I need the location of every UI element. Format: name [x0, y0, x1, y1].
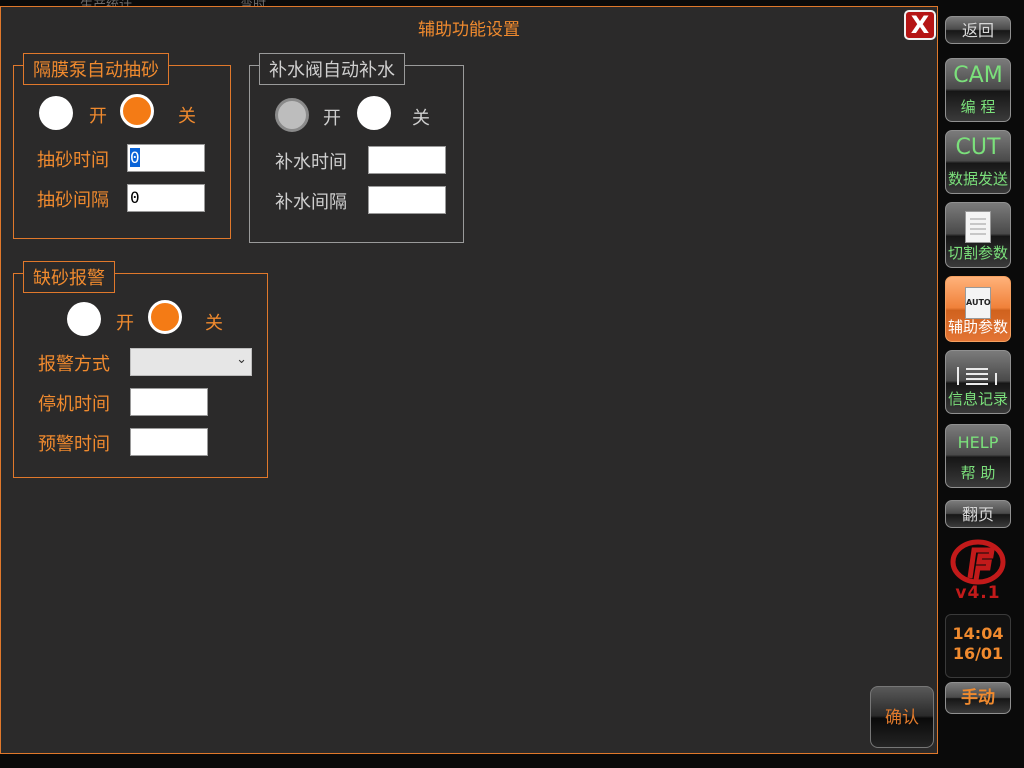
- pump-on-radio[interactable]: [39, 96, 73, 130]
- sand-alarm-group: 缺砂报警 开 关 报警方式 ⌄ 停机时间 预警时间: [13, 261, 268, 478]
- alarm-off-radio[interactable]: [148, 300, 182, 334]
- cut-sublabel: 数据发送: [947, 170, 1008, 188]
- pump-off-radio[interactable]: [120, 94, 154, 128]
- info-log-label: 信息记录: [947, 390, 1008, 408]
- pump-off-label: 关: [178, 106, 196, 127]
- sand-interval-input[interactable]: 0: [127, 184, 205, 212]
- warning-time-label: 预警时间: [38, 434, 110, 455]
- valve-on-radio[interactable]: [275, 98, 309, 132]
- manual-mode-button[interactable]: 手动: [945, 682, 1011, 714]
- group-legend: 隔膜泵自动抽砂: [23, 53, 169, 85]
- group-legend: 缺砂报警: [23, 261, 115, 293]
- clock-date: 16/01: [952, 644, 1004, 663]
- aux-params-button[interactable]: AUTO 辅助参数: [945, 276, 1011, 342]
- valve-on-label: 开: [323, 108, 341, 129]
- document-icon: [965, 211, 991, 243]
- auto-document-icon: AUTO: [965, 287, 991, 319]
- cam-label: CAM: [953, 63, 1003, 88]
- alarm-mode-label: 报警方式: [38, 354, 110, 375]
- water-time-label: 补水时间: [275, 152, 347, 173]
- clock-time: 14:04: [952, 624, 1004, 643]
- water-valve-group: 补水阀自动补水 开 关 补水时间 补水间隔: [249, 53, 464, 243]
- water-interval-input[interactable]: [368, 186, 446, 214]
- cam-sublabel: 编 程: [960, 98, 996, 116]
- confirm-button[interactable]: 确认: [870, 686, 934, 748]
- valve-off-label: 关: [412, 108, 430, 129]
- stop-time-input[interactable]: [130, 388, 208, 416]
- aux-settings-dialog: 辅助功能设置 X 隔膜泵自动抽砂 开 关 抽砂时间 0 抽砂间隔 0 补水阀自动…: [0, 6, 938, 754]
- alarm-mode-select[interactable]: ⌄: [130, 348, 252, 376]
- alarm-off-label: 关: [205, 313, 223, 334]
- water-interval-label: 补水间隔: [275, 192, 347, 213]
- stop-time-label: 停机时间: [38, 394, 110, 415]
- cutting-params-button[interactable]: 切割参数: [945, 202, 1011, 268]
- dialog-title: 辅助功能设置: [418, 20, 520, 40]
- alarm-on-radio[interactable]: [67, 302, 101, 336]
- info-log-button[interactable]: 信息记录: [945, 350, 1011, 414]
- sand-time-label: 抽砂时间: [37, 150, 109, 171]
- list-icon: [954, 365, 1004, 387]
- cutting-params-label: 切割参数: [947, 244, 1008, 262]
- help-sublabel: 帮 助: [960, 464, 996, 482]
- version-label: v4.1: [955, 583, 1001, 603]
- alarm-on-label: 开: [116, 313, 134, 334]
- warning-time-input[interactable]: [130, 428, 208, 456]
- aux-params-label: 辅助参数: [947, 318, 1008, 336]
- pump-on-label: 开: [89, 106, 107, 127]
- valve-off-radio[interactable]: [357, 96, 391, 130]
- help-button[interactable]: HELP 帮 助: [945, 424, 1011, 488]
- close-button[interactable]: X: [904, 10, 936, 40]
- cam-button[interactable]: CAM 编 程: [945, 58, 1011, 122]
- diaphragm-pump-group: 隔膜泵自动抽砂 开 关 抽砂时间 0 抽砂间隔 0: [13, 53, 231, 239]
- water-time-input[interactable]: [368, 146, 446, 174]
- chevron-down-icon: ⌄: [236, 352, 247, 367]
- help-label: HELP: [957, 433, 999, 452]
- sand-interval-label: 抽砂间隔: [37, 190, 109, 211]
- sand-time-input[interactable]: 0: [127, 144, 205, 172]
- auto-icon-text: AUTO: [966, 298, 991, 307]
- cut-button[interactable]: CUT 数据发送: [945, 130, 1011, 194]
- group-legend: 补水阀自动补水: [259, 53, 405, 85]
- clock-display: 14:04 16/01: [945, 614, 1011, 678]
- back-button[interactable]: 返回: [945, 16, 1011, 44]
- page-turn-button[interactable]: 翻页: [945, 500, 1011, 528]
- cut-label: CUT: [955, 135, 1001, 160]
